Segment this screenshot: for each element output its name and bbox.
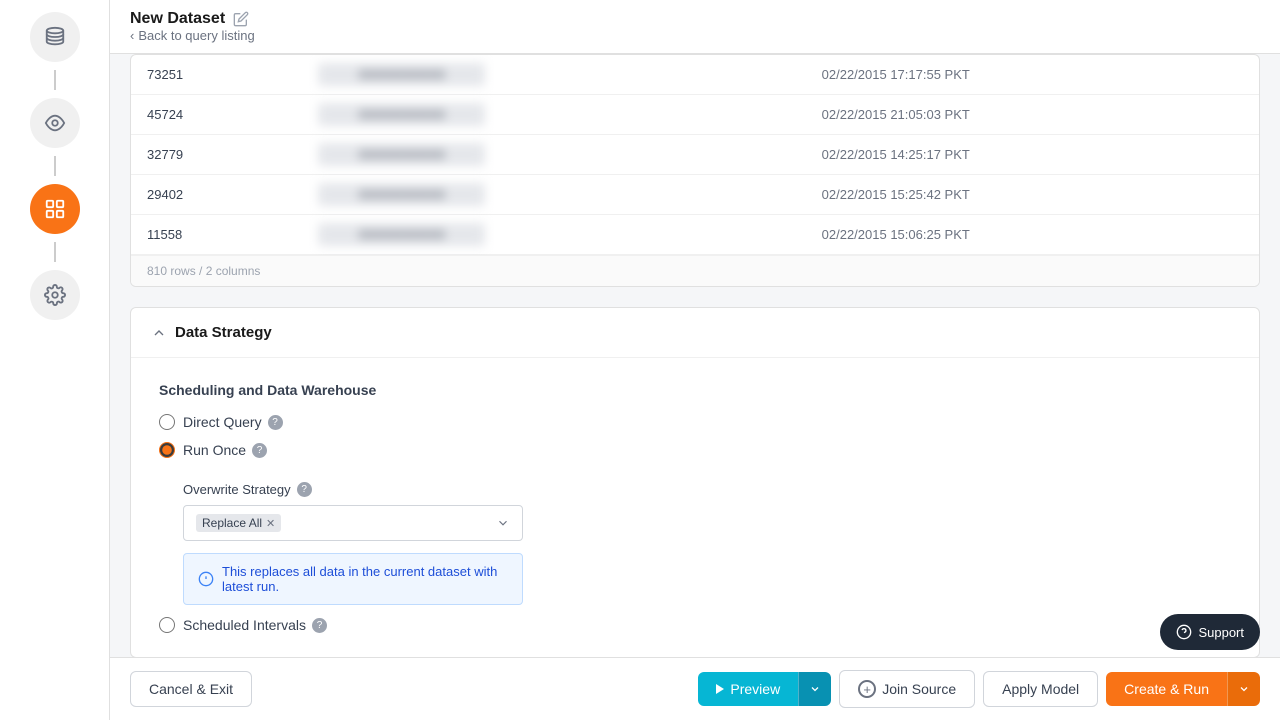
table-cell-col1: 45724 (131, 95, 302, 135)
support-label: Support (1198, 625, 1244, 640)
table-cell-col1: 29402 (131, 175, 302, 215)
create-run-chevron-icon (1238, 683, 1250, 695)
preview-dropdown-button[interactable] (798, 672, 831, 706)
bottom-bar: Cancel & Exit Preview + Join Source (110, 657, 1280, 720)
nested-overwrite-strategy: Overwrite Strategy ? Replace All ✕ (183, 482, 1231, 605)
select-tag-remove-icon[interactable]: ✕ (266, 517, 275, 530)
direct-query-help-icon[interactable]: ? (268, 415, 283, 430)
back-label: Back to query listing (138, 28, 254, 43)
radio-label-run-once: Run Once ? (183, 442, 267, 458)
radio-item-run-once[interactable]: Run Once ? (159, 442, 1231, 458)
back-chevron-icon: ‹ (130, 28, 134, 43)
radio-scheduled-intervals[interactable] (159, 617, 175, 633)
bottom-right-actions: Preview + Join Source Apply Model (698, 670, 1260, 708)
overwrite-strategy-value: Replace All (202, 516, 262, 530)
data-strategy-body: Scheduling and Data Warehouse Direct Que… (131, 358, 1259, 657)
table-cell-col3: 02/22/2015 21:05:03 PKT (806, 95, 1259, 135)
table-cell-col1: 73251 (131, 55, 302, 95)
join-source-button[interactable]: + Join Source (839, 670, 975, 708)
apply-model-button[interactable]: Apply Model (983, 671, 1098, 707)
top-bar: New Dataset ‹ Back to query listing (110, 0, 1280, 54)
table-cell-col3: 02/22/2015 15:06:25 PKT (806, 215, 1259, 255)
join-source-plus-icon: + (858, 680, 876, 698)
table-row: 29402XXXXXXXXXX02/22/2015 15:25:42 PKT (131, 175, 1259, 215)
data-strategy-header[interactable]: Data Strategy (131, 308, 1259, 358)
direct-query-label-text: Direct Query (183, 414, 262, 430)
data-strategy-title: Data Strategy (175, 324, 272, 341)
overwrite-strategy-select[interactable]: Replace All ✕ (183, 505, 523, 541)
preview-chevron-icon (809, 683, 821, 695)
content-area: 73251XXXXXXXXXX02/22/2015 17:17:55 PKT45… (110, 54, 1280, 657)
table-cell-col2: XXXXXXXXXX (302, 215, 805, 255)
sidebar-icon-database[interactable] (30, 12, 80, 62)
info-banner: This replaces all data in the current da… (183, 553, 523, 605)
radio-item-scheduled-intervals[interactable]: Scheduled Intervals ? (159, 617, 1231, 633)
table-section: 73251XXXXXXXXXX02/22/2015 17:17:55 PKT45… (130, 54, 1260, 287)
table-wrapper[interactable]: 73251XXXXXXXXXX02/22/2015 17:17:55 PKT45… (131, 55, 1259, 255)
join-source-label: Join Source (882, 681, 956, 697)
scheduled-intervals-help-icon[interactable]: ? (312, 618, 327, 633)
sidebar-icon-data-strategy[interactable] (30, 184, 80, 234)
table-cell-col1: 32779 (131, 135, 302, 175)
table-cell-col3: 02/22/2015 17:17:55 PKT (806, 55, 1259, 95)
table-cell-col3: 02/22/2015 14:25:17 PKT (806, 135, 1259, 175)
preview-button[interactable]: Preview (698, 672, 798, 706)
radio-label-direct-query: Direct Query ? (183, 414, 283, 430)
apply-model-label: Apply Model (1002, 681, 1079, 697)
scheduled-intervals-label-text: Scheduled Intervals (183, 617, 306, 633)
sidebar-icon-settings[interactable] (30, 270, 80, 320)
run-once-label-text: Run Once (183, 442, 246, 458)
table-cell-col1: 11558 (131, 215, 302, 255)
sidebar-connector-1 (54, 70, 56, 90)
radio-item-direct-query[interactable]: Direct Query ? (159, 414, 1231, 430)
back-link[interactable]: ‹ Back to query listing (130, 28, 255, 43)
table-cell-col2: XXXXXXXXXX (302, 135, 805, 175)
page-title: New Dataset (130, 10, 255, 28)
table-cell-col3: 02/22/2015 15:25:42 PKT (806, 175, 1259, 215)
table-cell-col2: XXXXXXXXXX (302, 95, 805, 135)
radio-label-scheduled-intervals: Scheduled Intervals ? (183, 617, 327, 633)
table-row: 73251XXXXXXXXXX02/22/2015 17:17:55 PKT (131, 55, 1259, 95)
info-icon (198, 571, 214, 587)
data-table: 73251XXXXXXXXXX02/22/2015 17:17:55 PKT45… (131, 55, 1259, 255)
table-cell-col2: XXXXXXXXXX (302, 175, 805, 215)
cancel-exit-button[interactable]: Cancel & Exit (130, 671, 252, 707)
support-icon (1176, 624, 1192, 640)
table-footer: 810 rows / 2 columns (131, 255, 1259, 286)
table-row: 32779XXXXXXXXXX02/22/2015 14:25:17 PKT (131, 135, 1259, 175)
preview-button-group: Preview (698, 672, 831, 706)
preview-play-icon (716, 684, 724, 694)
radio-run-once[interactable] (159, 442, 175, 458)
overwrite-help-icon[interactable]: ? (297, 482, 312, 497)
main-content: New Dataset ‹ Back to query listing 7325… (110, 0, 1280, 720)
create-run-button[interactable]: Create & Run (1106, 672, 1227, 706)
run-once-help-icon[interactable]: ? (252, 443, 267, 458)
sidebar-icon-preview[interactable] (30, 98, 80, 148)
edit-icon (233, 11, 249, 27)
overwrite-strategy-tag: Replace All ✕ (196, 514, 281, 532)
info-message-text: This replaces all data in the current da… (222, 564, 508, 594)
radio-group: Direct Query ? Run Once ? (159, 414, 1231, 633)
preview-label: Preview (730, 681, 780, 697)
create-run-dropdown-button[interactable] (1227, 672, 1260, 706)
create-run-button-group: Create & Run (1106, 672, 1260, 706)
table-row: 11558XXXXXXXXXX02/22/2015 15:06:25 PKT (131, 215, 1259, 255)
support-button[interactable]: Support (1160, 614, 1260, 650)
select-chevron-icon (496, 516, 510, 530)
table-row: 45724XXXXXXXXXX02/22/2015 21:05:03 PKT (131, 95, 1259, 135)
create-run-label: Create & Run (1124, 681, 1209, 697)
overwrite-label: Overwrite Strategy ? (183, 482, 1231, 497)
sidebar-connector-3 (54, 242, 56, 262)
scheduling-title: Scheduling and Data Warehouse (159, 382, 1231, 398)
table-cell-col2: XXXXXXXXXX (302, 55, 805, 95)
sidebar-connector-2 (54, 156, 56, 176)
data-strategy-section: Data Strategy Scheduling and Data Wareho… (130, 307, 1260, 657)
page-title-text: New Dataset (130, 10, 225, 28)
overwrite-label-text: Overwrite Strategy (183, 482, 291, 497)
data-strategy-chevron-icon (151, 325, 167, 341)
sidebar (0, 0, 110, 720)
radio-direct-query[interactable] (159, 414, 175, 430)
